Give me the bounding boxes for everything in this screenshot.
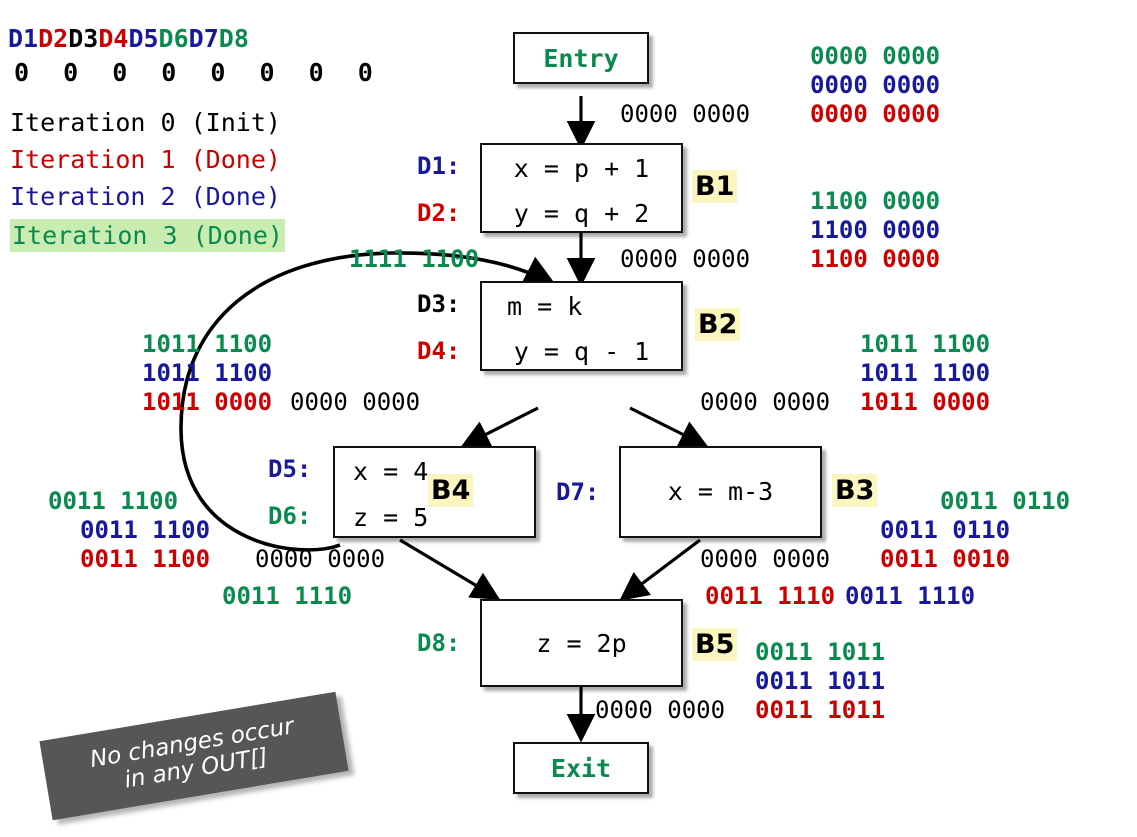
bits-b2-edge-black-right: 0000 0000	[700, 388, 831, 416]
bits-b1-in-blue: 0000 0000	[810, 71, 941, 99]
block-tag-b4: B4	[428, 474, 474, 507]
bits-b1-in-green: 0000 0000	[810, 42, 941, 70]
bits-b1-out-blue: 1100 0000	[810, 216, 941, 244]
basic-block-b5[interactable]: z = 2p	[480, 599, 683, 687]
bits-b4-blue: 0011 1100	[80, 516, 211, 544]
b3-stmt-1: x = m-3	[667, 477, 774, 506]
bits-b5-in-red: 0011 1110	[705, 582, 836, 610]
legend-def-d4: D4	[98, 24, 129, 53]
b1-def-label-d1: D1:	[417, 152, 461, 180]
bits-b5-in-blue: 0011 1110	[845, 582, 976, 610]
b2-stmt-2: y = q - 1	[513, 337, 650, 366]
b1-stmt-1: x = p + 1	[513, 154, 650, 183]
bits-b1-out-black: 0000 0000	[620, 245, 751, 273]
bits-b5-out-green: 0011 1011	[755, 638, 886, 666]
legend-def-d7: D7	[188, 24, 219, 53]
bits-b3-black: 0000 0000	[700, 545, 831, 573]
bits-b4-green: 0011 1100	[48, 487, 179, 515]
legend-def-d2: D2	[38, 24, 69, 53]
bits-b1-out-green: 1100 0000	[810, 187, 941, 215]
iteration-1-label: Iteration 1 (Done)	[10, 145, 281, 174]
iteration-2-label: Iteration 2 (Done)	[10, 182, 281, 211]
b4-def-label-d5: D5:	[268, 455, 312, 483]
no-changes-banner: No changes occur in any OUT[]	[39, 691, 349, 821]
bits-b3-green: 0011 0110	[940, 487, 1071, 515]
bits-b1-out-red: 1100 0000	[810, 245, 941, 273]
bits-entry-out-black: 0000 0000	[620, 100, 751, 128]
b2-def-label-d4: D4:	[417, 337, 461, 365]
bits-b1-in-red: 0000 0000	[810, 100, 941, 128]
bits-b4-red: 0011 1100	[80, 545, 211, 573]
bits-b2-in-blue: 1011 1100	[142, 359, 273, 387]
exit-node-label: Exit	[550, 753, 612, 783]
legend-def-d1: D1	[8, 24, 39, 53]
basic-block-b2[interactable]: m = k y = q - 1	[480, 281, 683, 371]
b2-def-label-d3: D3:	[417, 290, 461, 318]
b1-def-label-d2: D2:	[417, 199, 461, 227]
block-tag-b1: B1	[692, 170, 738, 203]
block-tag-b2: B2	[695, 308, 741, 341]
block-tag-b3: B3	[832, 474, 878, 507]
legend-def-d6: D6	[158, 24, 189, 53]
iteration-0-label: Iteration 0 (Init)	[10, 108, 281, 137]
b1-stmt-2: y = q + 2	[513, 199, 650, 228]
b4-def-label-d6: D6:	[268, 502, 312, 530]
bits-b2-in-red: 1011 0000	[142, 388, 273, 416]
b3-def-label-d7: D7:	[556, 478, 600, 506]
exit-node[interactable]: Exit	[513, 742, 649, 794]
bits-b3-red: 0011 0010	[880, 545, 1011, 573]
bits-b3-blue: 0011 0110	[880, 516, 1011, 544]
bits-b2-in-green: 1011 1100	[142, 330, 273, 358]
bits-b5-out-blue: 0011 1011	[755, 667, 886, 695]
entry-node-label: Entry	[543, 43, 619, 73]
legend-def-d5: D5	[128, 24, 159, 53]
bits-b4-out-green: 0011 1110	[222, 582, 353, 610]
basic-block-b1[interactable]: x = p + 1 y = q + 2	[480, 143, 683, 233]
bits-b2-out-blue: 1011 1100	[860, 359, 991, 387]
iteration-3-label: Iteration 3 (Done)	[10, 219, 285, 252]
legend-def-d8: D8	[218, 24, 249, 53]
b4-stmt-2: z = 5	[353, 503, 429, 532]
bits-b5-exit-black: 0000 0000	[595, 696, 726, 724]
entry-node[interactable]: Entry	[513, 32, 649, 84]
b5-stmt-1: z = 2p	[536, 629, 627, 658]
bits-b2-out-green: 1011 1100	[860, 330, 991, 358]
bits-b4-black: 0000 0000	[255, 545, 386, 573]
legend-bit-positions: 0 0 0 0 0 0 0 0	[14, 58, 383, 87]
b5-def-label-d8: D8:	[417, 629, 461, 657]
bits-b2-out-red: 1011 0000	[860, 388, 991, 416]
basic-block-b3[interactable]: x = m-3	[619, 446, 822, 538]
bits-b2-edge-black-left: 0000 0000	[290, 388, 421, 416]
diagram-canvas: D1D2D3D4D5D6D7D8 0 0 0 0 0 0 0 0 Iterati…	[0, 0, 1137, 837]
definition-legend: D1D2D3D4D5D6D7D8	[8, 24, 249, 53]
bits-b5-out-red: 0011 1011	[755, 696, 886, 724]
bits-backedge-green: 1111 1100	[349, 245, 480, 273]
block-tag-b5: B5	[692, 628, 738, 661]
b2-stmt-1: m = k	[507, 292, 583, 321]
legend-def-d3: D3	[68, 24, 99, 53]
